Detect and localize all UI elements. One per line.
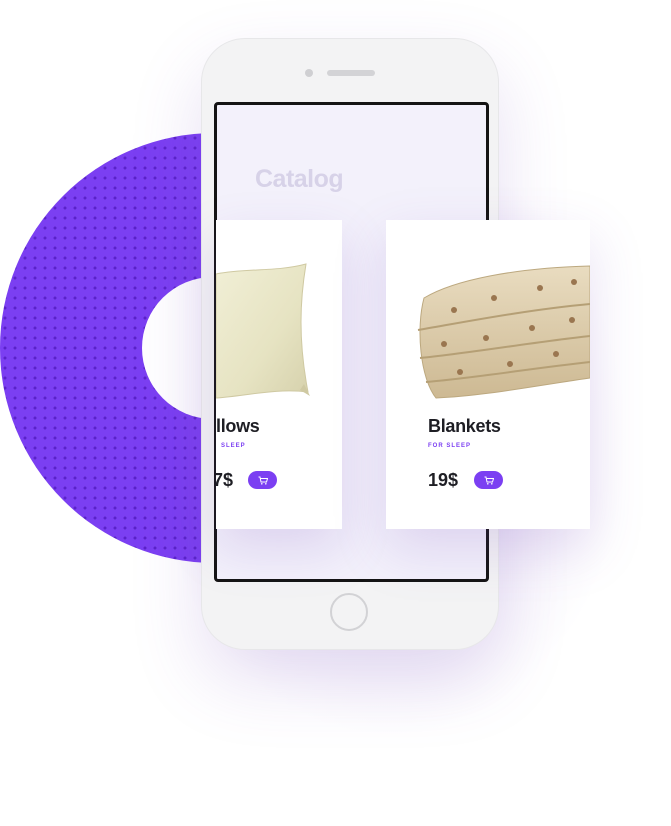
product-price: 19$ (428, 470, 459, 490)
blanket-image (417, 265, 590, 399)
pillow-image (216, 263, 310, 399)
page-title: Catalog (255, 165, 344, 193)
camera-icon (305, 69, 313, 77)
add-to-cart-button[interactable] (248, 471, 277, 489)
product-card-pillows[interactable]: llows SLEEP 7$ (216, 220, 342, 529)
cart-icon (484, 476, 494, 485)
product-category: SLEEP (221, 443, 246, 449)
product-category: FOR SLEEP (428, 443, 472, 449)
product-card-blankets[interactable]: Blankets FOR SLEEP 19$ (386, 220, 590, 529)
add-to-cart-button[interactable] (474, 471, 503, 489)
product-price: 7$ (216, 470, 234, 490)
product-name: llows (216, 416, 260, 436)
home-button[interactable] (330, 593, 368, 631)
product-name: Blankets (428, 416, 501, 436)
speaker-grille (327, 70, 375, 76)
cart-icon (258, 476, 268, 485)
